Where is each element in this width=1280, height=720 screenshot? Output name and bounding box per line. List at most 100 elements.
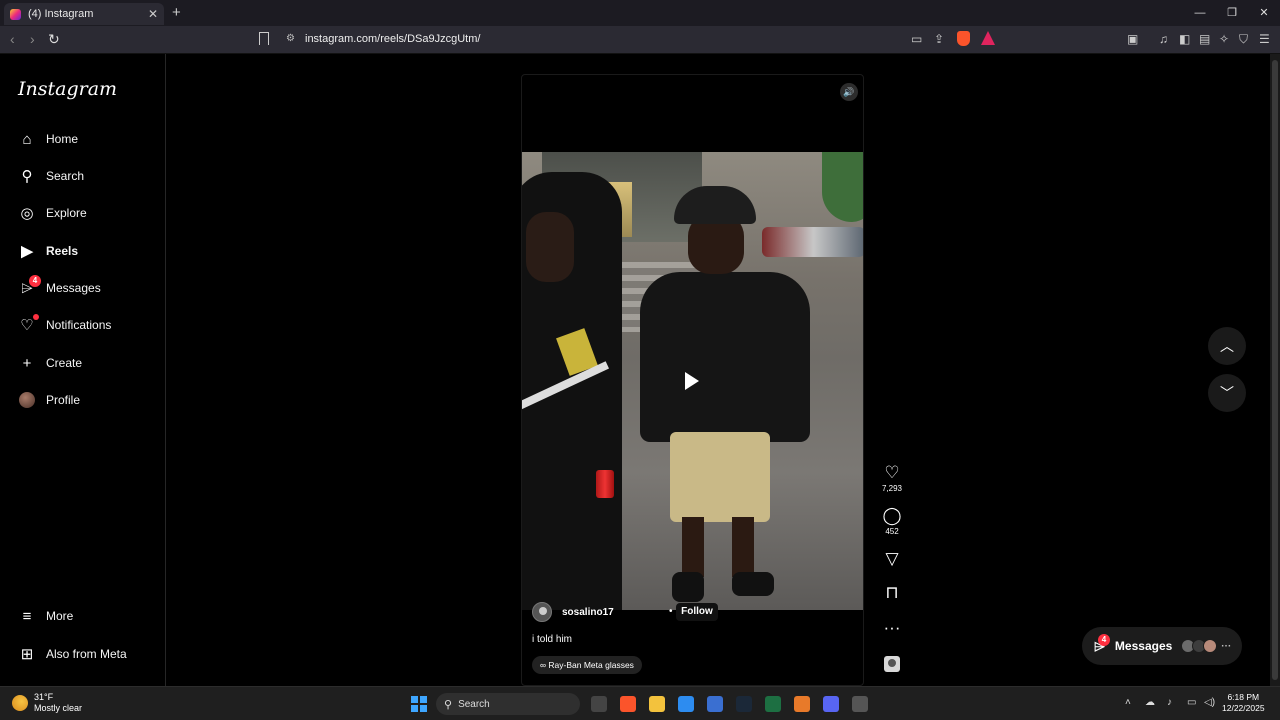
more-icon: ··· [1221, 640, 1232, 652]
system-clock[interactable]: 6:18 PM 12/22/2025 [1222, 692, 1265, 714]
save-button[interactable]: ⊓ [872, 584, 912, 602]
audio-avatar[interactable] [884, 656, 900, 672]
discord-icon[interactable] [823, 696, 839, 712]
follow-button[interactable]: Follow [676, 603, 718, 621]
more-options-button[interactable]: ··· [872, 619, 912, 637]
file-explorer-icon[interactable] [649, 696, 665, 712]
sidebar-item-label: Reels [46, 244, 79, 258]
display-icon[interactable]: ▭ [1187, 697, 1196, 708]
comment-count: 452 [885, 527, 899, 536]
leo-ai-icon[interactable]: ✧ [1219, 32, 1229, 46]
reel-actions: ♡ 7,293 ◯ 452 ▽ ⊓ ··· [872, 464, 912, 689]
minimize-icon[interactable]: — [1184, 0, 1216, 26]
sidebar-item-profile[interactable]: Profile [18, 387, 158, 413]
tab-title: (4) Instagram [28, 8, 94, 20]
clock-date: 12/22/2025 [1222, 703, 1265, 713]
settings-icon[interactable] [852, 696, 868, 712]
messages-button[interactable]: ⌲ 4 Messages ··· [1082, 627, 1242, 665]
reader-mode-icon[interactable]: ▣ [1127, 32, 1138, 46]
app-icon[interactable] [794, 696, 810, 712]
volume-icon[interactable]: ◁) [1204, 697, 1215, 708]
notification-dot [33, 314, 39, 320]
like-count: 7,293 [881, 484, 903, 493]
share-icon[interactable]: ⇪ [934, 32, 944, 46]
share-button[interactable]: ▽ [872, 550, 912, 568]
task-view-icon[interactable] [591, 696, 607, 712]
restore-icon[interactable]: ❐ [1216, 0, 1248, 26]
instagram-logo[interactable]: Instagram [18, 78, 117, 100]
brave-icon[interactable] [620, 696, 636, 712]
sidebar-item-label: Notifications [46, 318, 112, 332]
windows-start-icon[interactable] [411, 696, 427, 712]
reel-video[interactable] [522, 152, 863, 610]
forward-icon[interactable]: › [30, 31, 35, 47]
music-icon[interactable]: ♫ [1159, 32, 1168, 46]
messenger-icon: ⌲ 4 [1094, 633, 1110, 655]
back-icon[interactable]: ‹ [10, 31, 15, 47]
bookmark-icon[interactable] [259, 32, 269, 45]
chevron-up-icon[interactable]: ˄ [1125, 697, 1131, 708]
send-icon: ▽ [885, 549, 899, 568]
reel-author[interactable]: sosalino17 [532, 602, 614, 622]
sidebar-item-search[interactable]: ⚲ Search [18, 163, 158, 189]
temperature: 31°F [34, 692, 54, 702]
address-bar[interactable]: instagram.com/reels/DSa9JzcgUtm/ [305, 33, 480, 45]
sidebar-item-label: Home [46, 132, 79, 146]
tab-close-icon[interactable]: ✕ [148, 7, 158, 21]
author-avatar[interactable] [532, 602, 552, 622]
follow-separator: • [669, 606, 673, 617]
sidebar-item-explore[interactable]: ◎ Explore [18, 200, 158, 226]
sidebar-item-label: Search [46, 169, 85, 183]
steam-icon[interactable] [736, 696, 752, 712]
browser-tab[interactable]: (4) Instagram ✕ [4, 3, 164, 25]
sidebar-item-label: Profile [46, 393, 81, 407]
sidebar-item-reels[interactable]: ▶ Reels [18, 238, 158, 264]
comment-button[interactable]: ◯ 452 [872, 507, 912, 537]
copilot-icon[interactable] [678, 696, 694, 712]
cast-icon[interactable]: ▭ [911, 32, 922, 46]
sidebar-item-messages[interactable]: ⌲ 4 Messages [18, 275, 158, 301]
reload-icon[interactable]: ↻ [48, 31, 60, 48]
taskbar-search[interactable]: ⚲ Search [436, 693, 580, 715]
excel-icon[interactable] [765, 696, 781, 712]
next-reel-button[interactable]: ﹀ [1208, 374, 1246, 412]
weather-widget[interactable]: 31°F Mostly clear [12, 692, 82, 714]
browser-tab-bar: (4) Instagram ✕ + — ❐ ✕ [0, 0, 1280, 26]
messenger-icon: ⌲ 4 [18, 275, 41, 297]
page-scrollbar[interactable] [1270, 54, 1280, 686]
sidebar-item-home[interactable]: ⌂ Home [18, 126, 158, 152]
site-settings-icon[interactable]: ⚙ [286, 33, 295, 44]
sidebar-item-also-from-meta[interactable]: ⊞ Also from Meta [18, 641, 158, 667]
search-icon: ⚲ [444, 698, 453, 711]
author-username[interactable]: sosalino17 [562, 607, 614, 618]
menu-icon[interactable]: ☰ [1259, 32, 1270, 46]
sidebar-item-label: More [46, 609, 74, 623]
messages-badge: 4 [29, 275, 41, 287]
sidebar-item-more[interactable]: ≡ More [18, 603, 158, 629]
sidebar-toggle-icon[interactable]: ◧ [1179, 32, 1190, 46]
weather-icon [12, 695, 28, 711]
reel-card[interactable]: 🔊 sosalino17 • Follow i told him ∞ Ray-B… [521, 74, 864, 686]
brave-shields-icon[interactable] [957, 31, 970, 46]
home-icon: ⌂ [22, 130, 32, 148]
sound-toggle-icon[interactable]: 🔊 [840, 83, 858, 101]
new-tab-button[interactable]: + [172, 4, 181, 21]
avatar [18, 391, 36, 409]
sidebar-item-create[interactable]: + Create [18, 350, 158, 376]
sidebar-item-notifications[interactable]: ♡ Notifications [18, 312, 158, 338]
close-window-icon[interactable]: ✕ [1248, 0, 1280, 26]
heart-icon: ♡ [884, 463, 900, 482]
taskbar-search-label: Search [458, 698, 490, 710]
store-icon[interactable] [707, 696, 723, 712]
cloud-icon[interactable]: ☁ [1145, 697, 1155, 708]
play-icon[interactable] [685, 372, 699, 390]
like-button[interactable]: ♡ 7,293 [872, 463, 912, 494]
sidebar-item-label: Explore [46, 206, 87, 220]
previous-reel-button[interactable]: ︿ [1208, 327, 1246, 365]
wallet-icon[interactable]: ▤ [1199, 32, 1210, 46]
vpn-icon[interactable]: ⛉ [1239, 32, 1248, 47]
product-tag[interactable]: ∞ Ray-Ban Meta glasses [532, 656, 642, 674]
brave-rewards-icon[interactable] [981, 31, 995, 45]
microphone-icon[interactable]: ♪ [1167, 697, 1172, 708]
meta-apps-icon: ⊞ [20, 646, 34, 663]
